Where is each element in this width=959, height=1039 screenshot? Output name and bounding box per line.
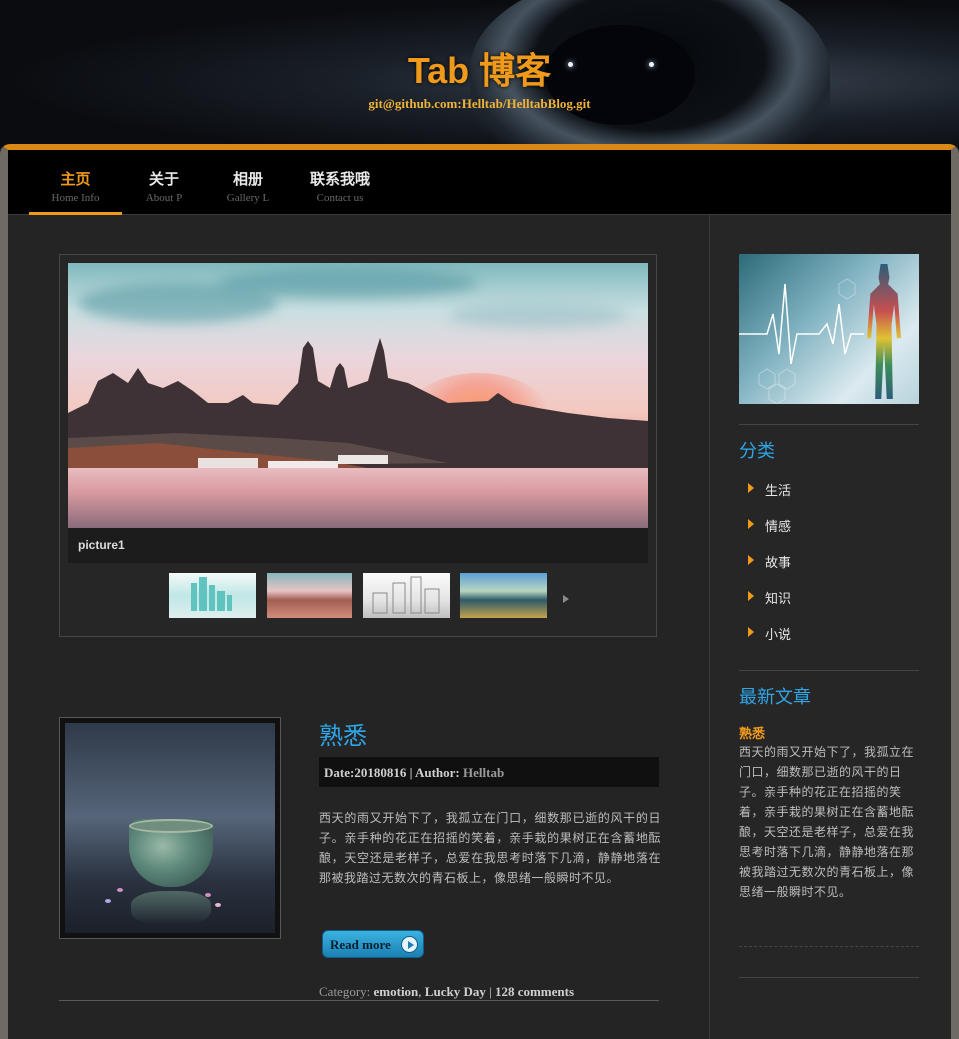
- site-title[interactable]: Tab 博客: [0, 42, 959, 94]
- comments-link[interactable]: 128 comments: [495, 984, 574, 999]
- slider-thumbnail-2[interactable]: [267, 573, 352, 618]
- sidebar-banner-image[interactable]: [739, 254, 919, 404]
- slide-image[interactable]: [68, 263, 648, 528]
- slider-thumbnail-3[interactable]: [363, 573, 450, 618]
- site-header: Tab 博客 git@github.com:Helltab/HelltabBlo…: [0, 0, 959, 148]
- sidebar-divider: [739, 424, 919, 425]
- sidebar-divider: [739, 977, 919, 978]
- category-link-emotion[interactable]: emotion: [374, 984, 419, 999]
- post-footer: Category: emotion, Lucky Day | 128 comme…: [319, 984, 574, 1000]
- nav-item-gallery[interactable]: 相册 Gallery L: [213, 168, 283, 204]
- nav-sublabel: Home Info: [51, 192, 100, 204]
- category-item[interactable]: 小说: [765, 624, 791, 643]
- bullet-arrow-icon: [748, 627, 754, 637]
- date-label: Date:: [324, 765, 355, 780]
- category-item[interactable]: 生活: [765, 480, 791, 499]
- nav-item-contact[interactable]: 联系我哦 Contact us: [297, 168, 383, 204]
- recent-post-title[interactable]: 熟悉: [739, 723, 765, 742]
- nav-label: 联系我哦: [309, 170, 370, 188]
- nav-sublabel: About P: [145, 192, 183, 204]
- nav-item-about[interactable]: 关于 About P: [129, 168, 199, 204]
- nav-label: 关于: [148, 170, 179, 188]
- post-thumbnail[interactable]: [65, 723, 275, 933]
- nav-sublabel: Gallery L: [226, 192, 270, 204]
- post-title[interactable]: 熟悉: [319, 716, 367, 751]
- bullet-arrow-icon: [748, 483, 754, 493]
- meta-separator: |: [406, 765, 415, 780]
- post-date: 20180816: [354, 765, 407, 780]
- category-label: Category:: [319, 984, 374, 999]
- footer-separator: |: [485, 984, 495, 999]
- category-link-lucky-day[interactable]: Lucky Day: [425, 984, 486, 999]
- sidebar-divider: [739, 670, 919, 671]
- category-item[interactable]: 故事: [765, 552, 791, 571]
- author-label: Author:: [414, 765, 464, 780]
- slider-thumbnail-1[interactable]: [169, 573, 256, 618]
- category-item[interactable]: 情感: [765, 516, 791, 535]
- nav-sublabel: Contact us: [316, 192, 364, 204]
- post-author[interactable]: Helltab: [463, 765, 504, 780]
- post-divider: [59, 1000, 659, 1001]
- sidebar-divider: [739, 946, 919, 947]
- slide-caption: picture1: [78, 538, 125, 552]
- read-more-label: Read more: [330, 937, 391, 952]
- bullet-arrow-icon: [748, 591, 754, 601]
- bullet-arrow-icon: [748, 555, 754, 565]
- slider-next-arrow-icon[interactable]: [563, 595, 569, 603]
- recent-posts-heading: 最新文章: [739, 687, 811, 708]
- nav-label: 主页: [60, 170, 91, 188]
- post-excerpt: 西天的雨又开始下了，我孤立在门口，细数那已逝的风干的日子。亲手种的花正在招摇的笑…: [319, 811, 661, 885]
- bullet-arrow-icon: [748, 519, 754, 529]
- slide-caption-bar: [68, 528, 648, 563]
- categories-heading: 分类: [739, 441, 775, 462]
- nav-item-home[interactable]: 主页 Home Info: [29, 168, 122, 204]
- slider-thumbnail-4[interactable]: [460, 573, 547, 618]
- nav-label: 相册: [232, 170, 263, 188]
- main-nav: 主页 Home Info 关于 About P 相册 Gallery L 联系我…: [8, 150, 951, 214]
- recent-post-excerpt: 西天的雨又开始下了，我孤立在门口，细数那已逝的风干的日子。亲手种的花正在招摇的笑…: [739, 745, 915, 899]
- site-subtitle: git@github.com:Helltab/HelltabBlog.git: [368, 96, 591, 111]
- play-arrow-icon: [401, 936, 418, 953]
- category-item[interactable]: 知识: [765, 588, 791, 607]
- read-more-button[interactable]: Read more: [322, 930, 424, 958]
- post-meta: Date:20180816 | Author: Helltab: [324, 765, 504, 781]
